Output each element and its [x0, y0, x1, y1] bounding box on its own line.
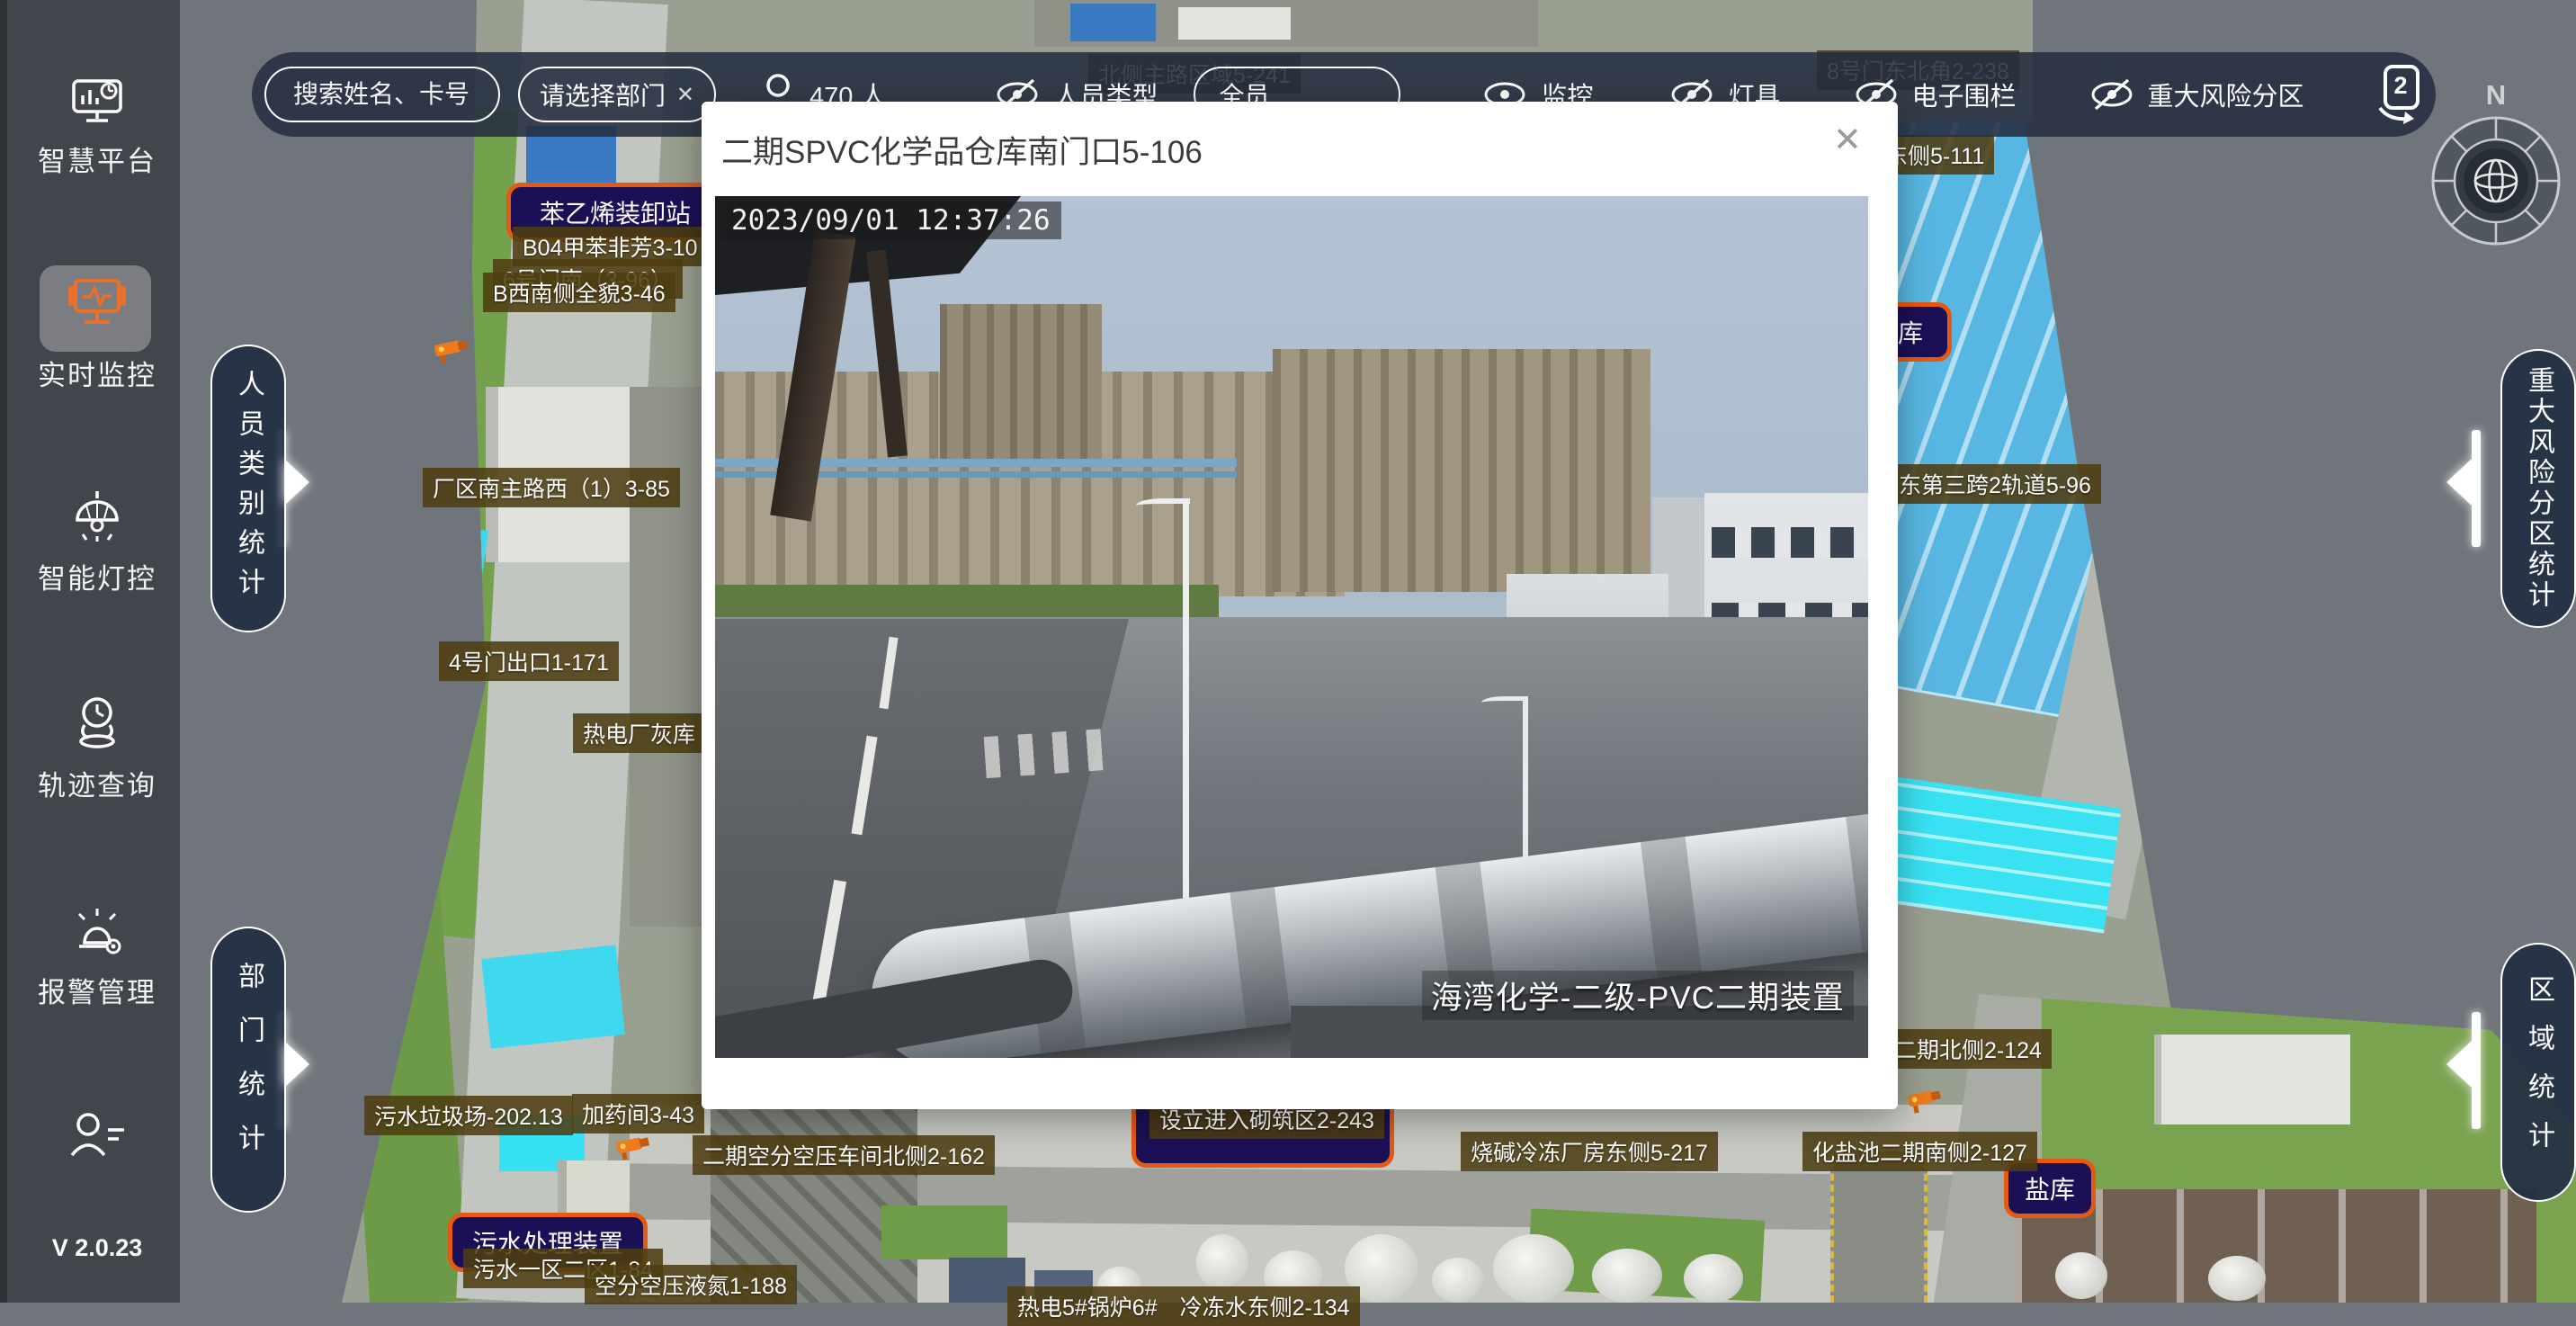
- map-camera-icon[interactable]: [1905, 1085, 1945, 1115]
- compass[interactable]: N: [2419, 79, 2572, 250]
- tab-department-stats[interactable]: 部门统计: [210, 927, 286, 1213]
- storage-tank: [2055, 1252, 2107, 1299]
- sidebar-item-label: 实时监控: [38, 353, 157, 393]
- map-label[interactable]: 二期北侧2-124: [1884, 1029, 2052, 1069]
- dashboard-monitor-icon: [68, 74, 126, 126]
- map-label[interactable]: 空分空压液氮1-188: [585, 1265, 797, 1304]
- map-label[interactable]: 烧碱冷冻厂房东侧5-217: [1461, 1132, 1718, 1171]
- map-label[interactable]: B西南侧全貌3-46: [483, 273, 675, 312]
- smart-light-icon: [67, 489, 128, 543]
- camera-modal: 二期SPVC化学品仓库南门口5-106 ✕: [702, 102, 1898, 1109]
- alarm-manage-icon: [67, 903, 128, 957]
- storage-tank: [1493, 1234, 1574, 1303]
- toggle-label: 重大风险分区: [2148, 76, 2304, 113]
- map-shape: [2154, 1035, 2350, 1124]
- map-label[interactable]: 东第三跨2轨道5-96: [1889, 464, 2101, 504]
- tab-major-risk-zone-stats[interactable]: 重大风险分区统计: [2500, 349, 2576, 628]
- department-placeholder: 请选择部门: [540, 76, 666, 112]
- department-select[interactable]: 请选择部门 ✕: [518, 67, 716, 122]
- map-label[interactable]: 二期空分空压车间北侧2-162: [693, 1135, 995, 1175]
- track-query-icon: [67, 694, 128, 750]
- storage-tank: [1196, 1234, 1248, 1290]
- photo-grass: [715, 585, 1219, 621]
- sidebar-item-track-query[interactable]: 轨迹查询: [7, 694, 187, 803]
- realtime-monitor-icon: [65, 275, 130, 333]
- person-list-icon: [65, 1110, 130, 1160]
- toggle-major-risk[interactable]: 重大风险分区: [2089, 76, 2304, 113]
- view-switch-badge: 2: [2394, 72, 2408, 100]
- map-shape: [1830, 1151, 1928, 1303]
- storage-tank: [1592, 1249, 1662, 1303]
- storage-tank: [1684, 1254, 1743, 1303]
- search-input[interactable]: [291, 79, 484, 110]
- close-icon[interactable]: ✕: [1833, 123, 1862, 157]
- map-shape: [881, 1205, 1007, 1259]
- sidebar-item-smart-platform[interactable]: 智慧平台: [7, 74, 187, 179]
- sidebar-item-label: 轨迹查询: [38, 763, 157, 803]
- map-label[interactable]: 热电5#锅炉6# 冷冻水东侧2-134: [1007, 1286, 1360, 1326]
- map-label[interactable]: 厂区南主路西（1）3-85: [423, 468, 680, 507]
- map-shape: [481, 945, 625, 1048]
- sidebar-item-smart-light[interactable]: 智能灯控: [7, 489, 187, 596]
- eye-slash-icon: [2089, 76, 2135, 112]
- map-shape: [1178, 7, 1291, 40]
- map-label[interactable]: 化盐池二期南侧2-127: [1802, 1132, 2037, 1171]
- search-pill[interactable]: [264, 67, 500, 122]
- sidebar-item-person-list[interactable]: [7, 1110, 187, 1160]
- view-switch-button[interactable]: 2: [2373, 65, 2430, 124]
- app-version: V 2.0.23: [7, 1234, 187, 1262]
- tab-area-stats[interactable]: 区域统计: [2500, 943, 2576, 1202]
- camera-feed: 2023/09/01 12:37:26 海湾化学-二级-PVC二期装置: [715, 196, 1868, 1058]
- map-camera-icon[interactable]: [613, 1132, 653, 1162]
- map-camera-icon[interactable]: [432, 335, 471, 365]
- toggle-label: 电子围栏: [1912, 76, 2017, 113]
- sidebar-item-label: 报警管理: [38, 970, 157, 1010]
- sidebar-item-alarm-manage[interactable]: 报警管理: [7, 903, 187, 1010]
- photo-windows: [1712, 527, 1868, 558]
- storage-tank: [2208, 1256, 2266, 1301]
- sidebar: 智慧平台 实时监控 智能灯控: [0, 0, 180, 1303]
- photo-lamp-pole: [1183, 502, 1189, 952]
- camera-watermark: 海湾化学-二级-PVC二期装置: [1422, 971, 1854, 1020]
- compass-north-label: N: [2419, 79, 2572, 112]
- map-label[interactable]: 加药间3-43: [572, 1094, 704, 1133]
- photo-lamp-arm: [1136, 498, 1190, 513]
- camera-timestamp: 2023/09/01 12:37:26: [720, 202, 1061, 239]
- map-shape: [420, 522, 488, 573]
- sidebar-item-label: 智慧平台: [38, 139, 157, 179]
- storage-tank: [1432, 1258, 1484, 1303]
- photo-structures: [1273, 349, 1650, 592]
- sidebar-item-realtime-monitor[interactable]: 实时监控: [7, 275, 187, 393]
- photo-lamp-arm: [1481, 696, 1528, 709]
- clear-icon[interactable]: ✕: [676, 82, 694, 108]
- modal-title: 二期SPVC化学品仓库南门口5-106: [721, 127, 1203, 173]
- map-label[interactable]: 4号门出口1-171: [439, 641, 619, 681]
- photo-structures: [940, 304, 1102, 466]
- tab-person-category-stats[interactable]: 人员类别统计: [210, 345, 286, 632]
- compass-icon: [2428, 113, 2563, 248]
- map-label[interactable]: 热电厂灰库: [573, 713, 705, 753]
- map-label[interactable]: 污水垃圾场-202.13: [364, 1096, 573, 1135]
- map-shape: [1070, 4, 1156, 41]
- sidebar-item-label: 智能灯控: [38, 556, 157, 596]
